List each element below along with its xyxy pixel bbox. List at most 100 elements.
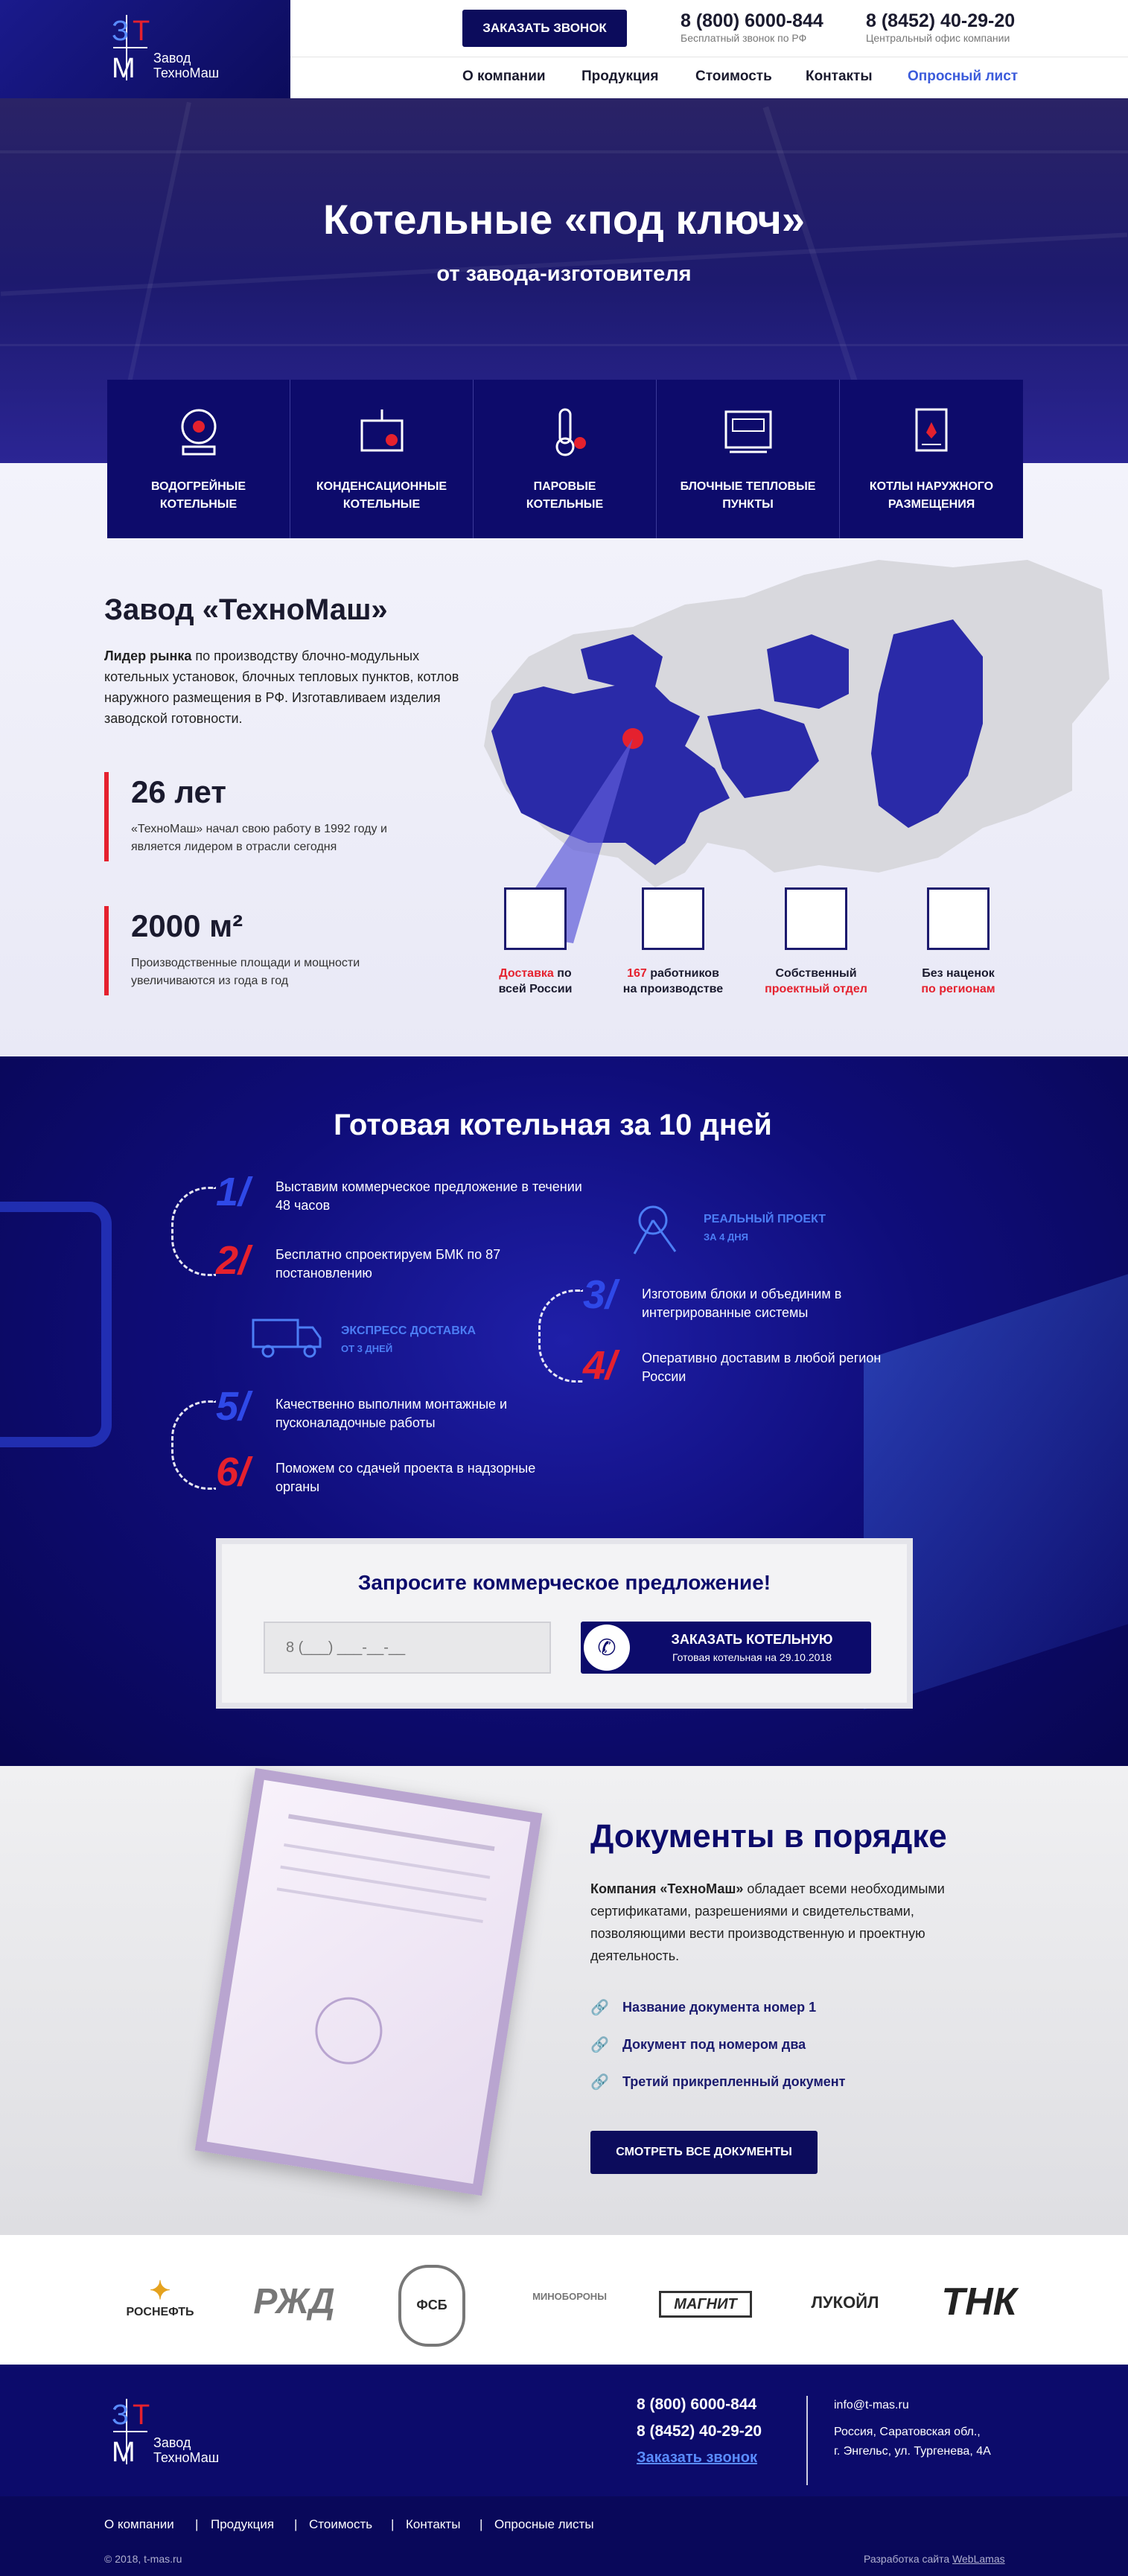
nav-prices[interactable]: Стоимость <box>695 68 772 85</box>
category-condensing[interactable]: КОНДЕНСАЦИОННЫЕ КОТЕЛЬНЫЕ <box>290 380 474 538</box>
svg-text:Т: Т <box>133 16 150 47</box>
step2-num: 2/ <box>216 1238 250 1283</box>
phone-free-note: Бесплатный звонок по РФ <box>681 32 807 44</box>
hero-subtitle: от завода-изготовителя <box>436 262 692 286</box>
stat1-value: 26 лет <box>131 774 226 809</box>
control-panel-icon <box>724 410 772 453</box>
step1-num: 1/ <box>216 1170 250 1214</box>
category-heat-points[interactable]: БЛОЧНЫЕ ТЕПЛОВЫЕ ПУНКТЫ <box>657 380 840 538</box>
step5-text: Качественно выполним монтажные и пускона… <box>275 1397 508 1430</box>
quote-form: Запросите коммерческое предложение! ✆ ЗА… <box>216 1538 913 1709</box>
nav-products[interactable]: Продукция <box>581 68 658 85</box>
drafting-icon <box>785 887 847 950</box>
category-outdoor[interactable]: КОТЛЫ НАРУЖНОГО РАЗМЕЩЕНИЯ <box>840 380 1023 538</box>
order-boiler-button[interactable]: ✆ ЗАКАЗАТЬ КОТЕЛЬНУЮ Готовая котельная н… <box>581 1622 871 1674</box>
stat2-text: Производственные площади и мощности увел… <box>131 957 360 987</box>
svg-text:М: М <box>112 2437 136 2468</box>
step4-num: 4/ <box>583 1343 617 1388</box>
doc-link-1[interactable]: Название документа номер 1 <box>622 2000 816 2015</box>
developer-credit: Разработка сайта WebLamas <box>864 2553 1005 2565</box>
thermometer-icon <box>555 408 586 456</box>
footer-email[interactable]: info@t-mas.ru <box>834 2399 909 2412</box>
footer-bottom: О компании | Продукция | Стоимость | Кон… <box>0 2496 1128 2576</box>
boiler-gauge-icon <box>181 409 217 456</box>
step4-text: Оперативно доставим в любой регион Росси… <box>642 1351 882 1384</box>
call-button[interactable]: ЗАКАЗАТЬ ЗВОНОК <box>462 10 627 47</box>
step3-text: Изготовим блоки и объединим в интегриров… <box>642 1287 842 1320</box>
developer-link[interactable]: WebLamas <box>952 2553 1005 2565</box>
dash-bracket <box>171 1187 216 1276</box>
stat2-value: 2000 м² <box>131 908 243 943</box>
client-rosneft: ✦ РОСНЕФТЬ <box>126 2277 194 2318</box>
phone-office: 8 (8452) 40-29-20 Центральный офис компа… <box>866 10 1015 44</box>
delivery-icon <box>504 887 567 950</box>
category-label: ВОДОГРЕЙНЫЕ КОТЕЛЬНЫЕ <box>150 480 246 511</box>
logo-name-line1: Завод <box>153 51 191 66</box>
docs-section: Документы в порядке Компания «ТехноМаш» … <box>0 1766 1128 2235</box>
client-tnk: ТНК <box>941 2280 1017 2324</box>
drafting-compass-icon <box>633 1205 677 1254</box>
footer-nav-separator: | <box>479 2517 483 2531</box>
nav-contacts[interactable]: Контакты <box>806 68 873 85</box>
order-button-label: ЗАКАЗАТЬ КОТЕЛЬНУЮ <box>671 1632 833 1647</box>
factory-lead: Лидер рынка по производству блочно-модул… <box>104 645 462 729</box>
dash-bracket <box>538 1289 583 1383</box>
badge-delivery-sub: ОТ 3 ДНЕЙ <box>341 1343 393 1354</box>
footer-logo-name: Завод ТехноМаш <box>153 2435 220 2465</box>
stat2-bar <box>104 906 109 995</box>
category-label: КОНДЕНСАЦИОННЫЕ КОТЕЛЬНЫЕ <box>316 480 447 511</box>
doc-link-3[interactable]: Третий прикрепленный документ <box>622 2074 845 2090</box>
footer-address2: г. Энгельс, ул. Тургенева, 4А <box>834 2445 991 2458</box>
category-label: БЛОЧНЫЕ ТЕПЛОВЫЕ ПУНКТЫ <box>680 480 816 511</box>
footer-phone2[interactable]: 8 (8452) 40-29-20 <box>637 2423 762 2440</box>
footer-phone1[interactable]: 8 (800) 6000-844 <box>637 2396 756 2414</box>
dash-bracket <box>171 1400 216 1490</box>
delivery-truck-icon <box>252 1319 322 1358</box>
footer-nav-prices[interactable]: Стоимость <box>309 2517 372 2532</box>
factory-section: Завод «ТехноМаш» Лидер рынка по производ… <box>0 463 1128 1056</box>
category-hot-water[interactable]: ВОДОГРЕЙНЫЕ КОТЕЛЬНЫЕ <box>107 380 290 538</box>
factory-lead-bold: Лидер рынка <box>104 648 192 663</box>
order-button-sub: Готовая котельная на 29.10.2018 <box>672 1651 832 1663</box>
logo[interactable]: З Т М Завод ТехноМаш <box>0 0 290 98</box>
footer-nav-about[interactable]: О компании <box>104 2517 174 2532</box>
top-bar: ЗАКАЗАТЬ ЗВОНОК 8 (800) 6000-844 Бесплат… <box>290 0 1128 98</box>
logo-name: Завод ТехноМаш <box>153 51 219 80</box>
badge-project-title: РЕАЛЬНЫЙ ПРОЕКТ <box>704 1213 826 1225</box>
factory-title: Завод «ТехноМаш» <box>104 593 388 626</box>
category-steam[interactable]: ПАРОВЫЕ КОТЕЛЬНЫЕ <box>474 380 657 538</box>
feature-prices: Без наценок по регионам <box>921 967 995 995</box>
svg-text:З: З <box>112 2400 129 2431</box>
svg-text:З: З <box>112 16 129 47</box>
footer-address1: Россия, Саратовская обл., <box>834 2426 981 2438</box>
phone-icon: ✆ <box>584 1625 630 1671</box>
footer-nav-contacts[interactable]: Контакты <box>406 2517 460 2532</box>
step3-num: 3/ <box>583 1272 617 1317</box>
pipe-valve-icon <box>360 409 404 452</box>
logo-name-line2: ТехноМаш <box>153 66 220 80</box>
doc-link-2[interactable]: Документ под номером два <box>622 2037 806 2053</box>
feature-design: Собственный проектный отдел <box>765 967 867 995</box>
copyright: © 2018, t-mas.ru <box>104 2553 182 2565</box>
phone-free-number[interactable]: 8 (800) 6000-844 <box>681 10 823 32</box>
footer-nav-separator: | <box>195 2517 199 2531</box>
nav-questionnaire[interactable]: Опросный лист <box>908 68 1018 85</box>
phone-office-note: Центральный офис компании <box>866 32 1010 44</box>
nav-about[interactable]: О компании <box>462 68 546 85</box>
phone-input[interactable] <box>264 1622 551 1674</box>
footer-nav-separator: | <box>391 2517 395 2531</box>
footer-nav-questionnaires[interactable]: Опросные листы <box>494 2517 594 2532</box>
docs-title: Документы в порядке <box>590 1818 947 1855</box>
outdoor-boiler-icon <box>915 408 948 452</box>
badge-delivery-title: ЭКСПРЕСС ДОСТАВКА <box>341 1324 477 1337</box>
phone-office-number[interactable]: 8 (8452) 40-29-20 <box>866 10 1015 32</box>
client-magnit: МАГНИТ <box>659 2291 752 2318</box>
footer-call-link[interactable]: Заказать звонок <box>637 2449 757 2467</box>
svg-text:М: М <box>112 53 136 84</box>
phone-free: 8 (800) 6000-844 Бесплатный звонок по РФ <box>681 10 823 44</box>
certificate-image <box>194 1767 543 2196</box>
footer-nav-products[interactable]: Продукция <box>211 2517 274 2532</box>
all-docs-button[interactable]: СМОТРЕТЬ ВСЕ ДОКУМЕНТЫ <box>590 2131 818 2174</box>
link-icon: 🔗 <box>590 2037 609 2053</box>
link-icon: 🔗 <box>590 2074 609 2091</box>
